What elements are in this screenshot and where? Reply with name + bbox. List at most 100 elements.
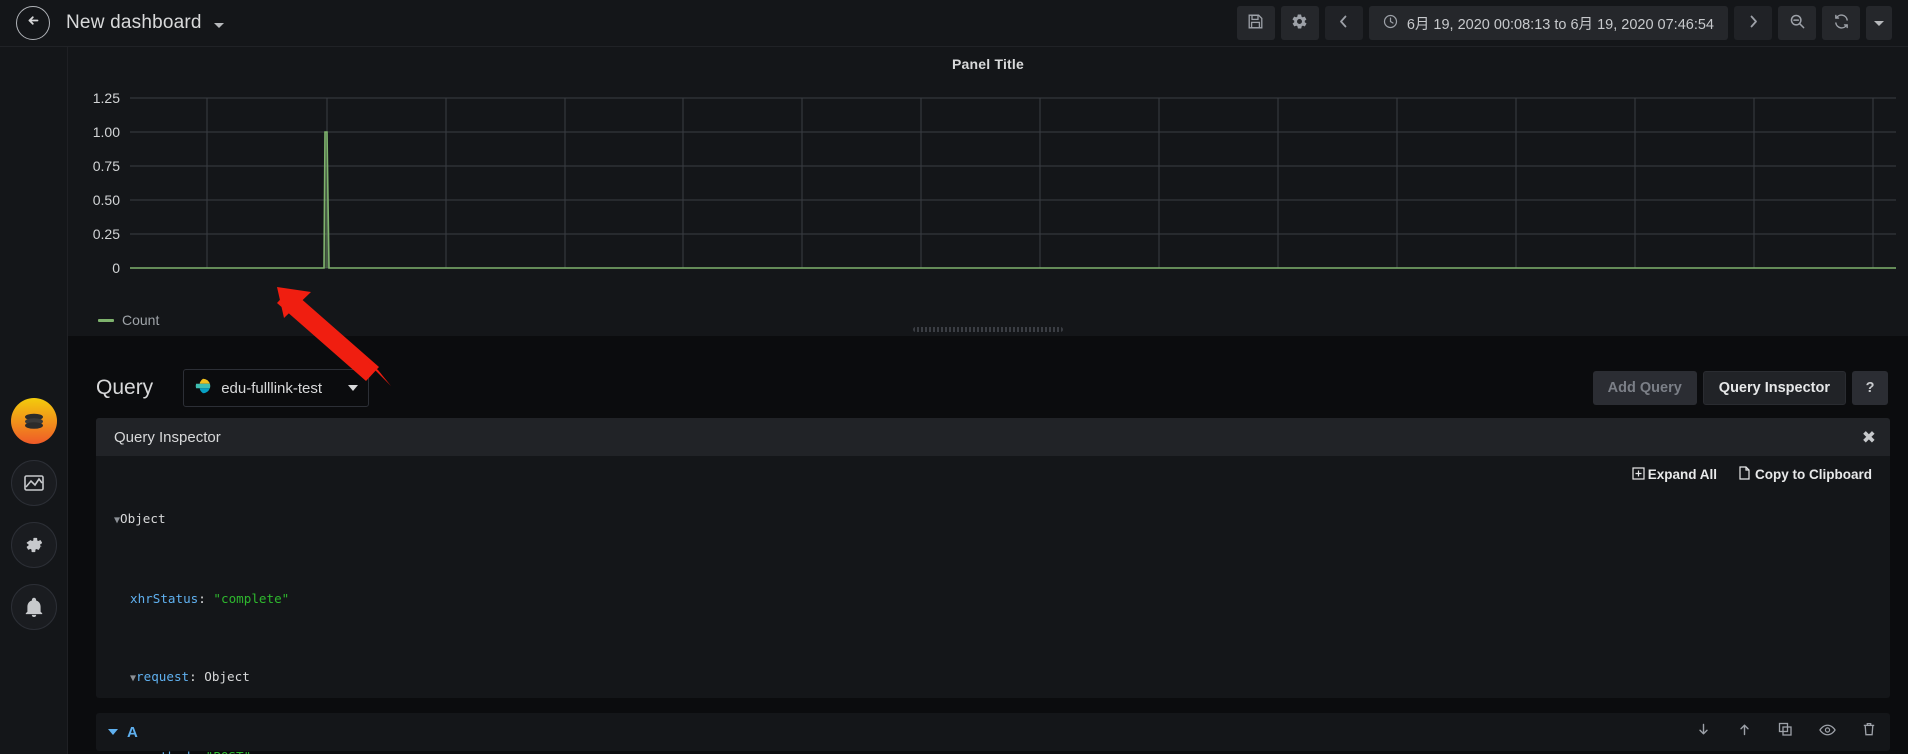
move-up-icon[interactable] [1737,722,1752,742]
json-root-label: Object [120,511,166,526]
zoom-out-button[interactable] [1778,6,1816,40]
grafana-logo-icon [11,398,57,444]
side-nav-rail [0,0,68,754]
svg-text:05:30: 05:30 [1379,281,1414,284]
query-inspector-header: Query Inspector ✖ [96,418,1890,456]
sidebar-item-grafana-logo[interactable] [0,390,68,452]
duplicate-icon[interactable] [1778,722,1793,742]
graph-panel: Panel Title 1.25 1.00 0.75 0.50 0.25 0 C… [68,47,1908,337]
datasource-name: edu-fulllink-test [221,379,323,397]
refresh-icon [1833,13,1850,33]
chevron-down-icon[interactable] [108,729,118,735]
svg-text:02:30: 02:30 [665,281,700,284]
svg-text:02:00: 02:00 [547,281,582,284]
sidebar-item-configuration[interactable] [0,514,68,576]
svg-text:01:30: 01:30 [428,281,463,284]
time-range-next-button[interactable] [1734,6,1772,40]
topbar-actions: 6月 19, 2020 00:08:13 to 6月 19, 2020 07:4… [1236,6,1908,40]
top-navbar: New dashboard 6月 19, 2020 00:08:13 to 6月… [0,0,1908,47]
svg-text:0: 0 [112,260,120,276]
chevron-down-icon[interactable] [348,385,359,391]
svg-text:03:00: 03:00 [784,281,819,284]
copy-to-clipboard-button[interactable]: Copy to Clipboard [1739,466,1872,483]
graph-legend[interactable]: Count [68,312,1908,328]
svg-text:04:30: 04:30 [1141,281,1176,284]
svg-text:04:00: 04:00 [1022,281,1057,284]
query-editor-section: Query edu-fulllink-test Add Query Query … [68,345,1908,754]
arrow-left-icon [25,12,42,34]
query-inspector-title: Query Inspector [114,428,221,446]
alerting-bell-icon [11,584,57,630]
query-toolbar-actions: Add Query Query Inspector ? [1592,371,1888,405]
panel-resize-handle[interactable] [913,327,1063,332]
time-range-prev-button[interactable] [1324,6,1363,40]
query-row-actions [1696,722,1876,742]
query-inspector-panel: Query Inspector ✖ Expand All Copy to Cli… [96,418,1890,754]
query-inspector-json-tree[interactable]: ▼Object xhrStatus: "complete" ▼request: … [96,456,1890,754]
svg-text:01:00: 01:00 [309,281,344,284]
zoom-out-icon [1789,13,1806,33]
query-toolbar: Query edu-fulllink-test Add Query Query … [96,365,1888,411]
query-row-letter: A [127,723,138,741]
svg-text:00:30: 00:30 [189,281,224,284]
json-row-request[interactable]: ▼request: Object [114,667,1890,689]
graph-plot-area[interactable]: 1.25 1.00 0.75 0.50 0.25 0 00:30 01:00 0… [68,72,1908,284]
query-section-label: Query [96,376,154,399]
json-key-xhrstatus: xhrStatus [130,591,199,606]
svg-text:0.25: 0.25 [93,226,120,242]
svg-text:1.00: 1.00 [93,124,120,140]
back-button[interactable] [16,6,50,40]
legend-item-count[interactable]: Count [122,312,159,328]
chevron-down-icon[interactable] [213,22,224,28]
sidebar-item-alerting[interactable] [0,576,68,638]
help-button[interactable]: ? [1852,371,1888,405]
hide-eye-icon[interactable] [1819,723,1836,742]
dashboard-settings-button[interactable] [1280,6,1319,40]
svg-text:06:30: 06:30 [1617,281,1652,284]
dashboards-icon [11,460,57,506]
json-row-xhrstatus: xhrStatus: "complete" [130,591,290,606]
refresh-interval-dropdown[interactable] [1866,6,1892,40]
sidebar-item-dashboards[interactable] [0,452,68,514]
query-row-a[interactable]: A [96,713,1890,751]
datasource-picker[interactable]: edu-fulllink-test [183,369,370,407]
time-range-picker[interactable]: 6月 19, 2020 00:08:13 to 6月 19, 2020 07:4… [1368,6,1728,40]
expand-icon [1632,466,1645,483]
copy-icon [1739,466,1752,483]
expand-all-button[interactable]: Expand All [1632,466,1717,483]
svg-text:0.50: 0.50 [93,192,120,208]
delete-trash-icon[interactable] [1862,722,1876,742]
svg-text:1.25: 1.25 [93,90,120,106]
svg-text:0.75: 0.75 [93,158,120,174]
graph-svg: 1.25 1.00 0.75 0.50 0.25 0 00:30 01:00 0… [93,90,1896,284]
move-down-icon[interactable] [1696,722,1711,742]
copy-to-clipboard-label: Copy to Clipboard [1755,467,1872,482]
legend-color-swatch [98,318,114,322]
chevron-right-icon [1747,14,1760,32]
gear-icon [1291,13,1308,33]
json-key-request: request [136,669,190,684]
page-title: New dashboard [66,12,202,33]
svg-text:07:30: 07:30 [1855,281,1890,284]
save-icon [1247,13,1264,33]
json-value-request: Object [204,669,250,684]
svg-text:03:30: 03:30 [903,281,938,284]
elasticsearch-icon [194,377,212,400]
clock-icon [1383,14,1398,33]
chevron-left-icon [1337,14,1350,32]
json-row-root[interactable]: ▼Object [114,509,1890,531]
configuration-gear-icon [11,522,57,568]
query-inspector-tools: Expand All Copy to Clipboard [1632,466,1872,483]
query-inspector-button[interactable]: Query Inspector [1702,371,1846,405]
svg-text:07:00: 07:00 [1736,281,1771,284]
refresh-button[interactable] [1822,6,1860,40]
add-query-button[interactable]: Add Query [1592,371,1697,405]
grafana-dashboard-page: New dashboard 6月 19, 2020 00:08:13 to 6月… [0,0,1908,754]
time-range-value: 6月 19, 2020 00:08:13 to 6月 19, 2020 07:4… [1406,16,1714,33]
chevron-down-icon [1874,20,1884,26]
svg-text:06:00: 06:00 [1498,281,1533,284]
close-icon[interactable]: ✖ [1862,429,1876,446]
json-value-xhrstatus: "complete" [213,591,290,606]
expand-all-label: Expand All [1647,467,1717,482]
save-dashboard-button[interactable] [1236,6,1275,40]
